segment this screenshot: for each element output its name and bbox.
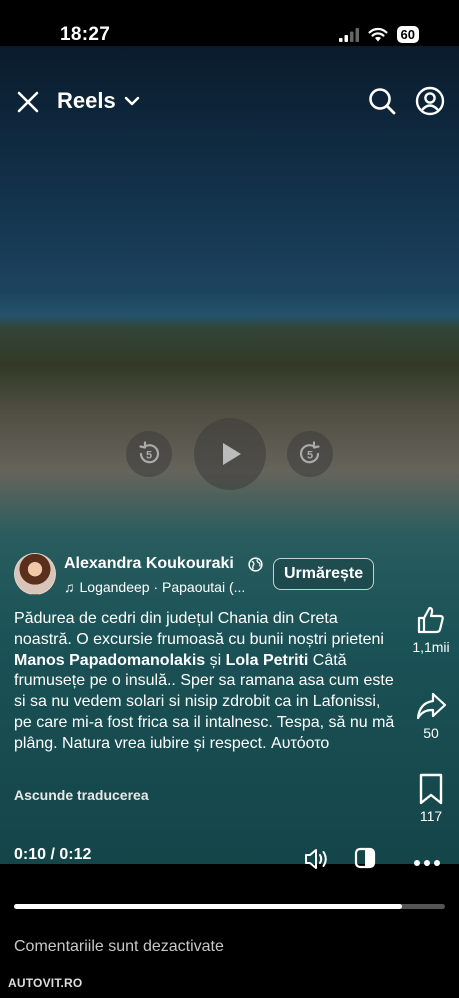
forward-5-button[interactable]: 5 [287,431,333,477]
author-row: Alexandra Koukouraki ♫ Logandeep · Papao… [14,553,394,597]
save-button[interactable]: 117 [403,773,459,824]
captions-icon[interactable] [354,847,376,869]
caption-text-1: Pădurea de cedri din județul Chania din … [14,610,384,648]
rewind-icon: 5 [139,441,160,464]
bookmark-icon [419,773,443,805]
share-count: 50 [423,725,439,741]
music-note-icon: ♫ [64,579,75,595]
forward-seconds: 5 [307,450,313,462]
share-button[interactable]: 50 [403,690,459,741]
wifi-icon [368,27,388,42]
volume-icon[interactable] [303,846,329,872]
watermark: AUTOVIT.RO [8,976,83,990]
caption-text-2: și [205,651,226,669]
rewind-5-button[interactable]: 5 [126,431,172,477]
signal-icon [338,27,359,42]
chevron-down-icon [124,96,139,106]
save-count: 117 [419,808,443,824]
reels-title: Reels [57,88,116,113]
author-name[interactable]: Alexandra Koukouraki [64,555,234,573]
playback-controls: 5 5 [0,418,459,490]
profile-icon[interactable] [415,86,445,116]
like-button[interactable]: 1,1mii [403,604,459,655]
top-bar: Reels [0,80,459,124]
search-icon[interactable] [367,86,397,116]
status-bar: 18:27 60 [0,0,459,46]
play-button[interactable] [194,418,266,490]
audio-track[interactable]: ♫ Logandeep · Papaoutai (... [64,579,245,595]
follow-button[interactable]: Urmărește [273,558,375,590]
battery-icon: 60 [396,26,419,43]
like-count: 1,1mii [412,639,450,655]
reels-dropdown[interactable]: Reels [57,88,140,114]
close-icon[interactable] [14,88,42,116]
thumbs-up-icon [417,606,444,634]
progress-fill [14,904,402,909]
avatar[interactable] [14,553,56,595]
globe-icon [248,557,263,572]
hide-translation-link[interactable]: Ascunde traducerea [14,787,149,803]
caption: Pădurea de cedri din județul Chania din … [14,609,398,755]
status-time: 18:27 [60,24,111,45]
rewind-seconds: 5 [146,450,152,462]
tagged-user-lola[interactable]: Lola Petriti [226,652,309,669]
status-icons: 60 [338,26,419,43]
share-arrow-icon [416,692,447,720]
audio-track-label: Logandeep · Papaoutai (... [79,579,246,595]
play-icon [223,443,241,465]
more-options-icon[interactable] [413,859,441,867]
tagged-user-manos[interactable]: Manos Papadomanolakis [14,652,205,669]
time-readout: 0:10 / 0:12 [14,846,92,863]
progress-bar[interactable] [14,904,445,909]
comments-disabled-text: Comentariile sunt dezactivate [14,938,224,955]
forward-icon: 5 [299,441,320,464]
